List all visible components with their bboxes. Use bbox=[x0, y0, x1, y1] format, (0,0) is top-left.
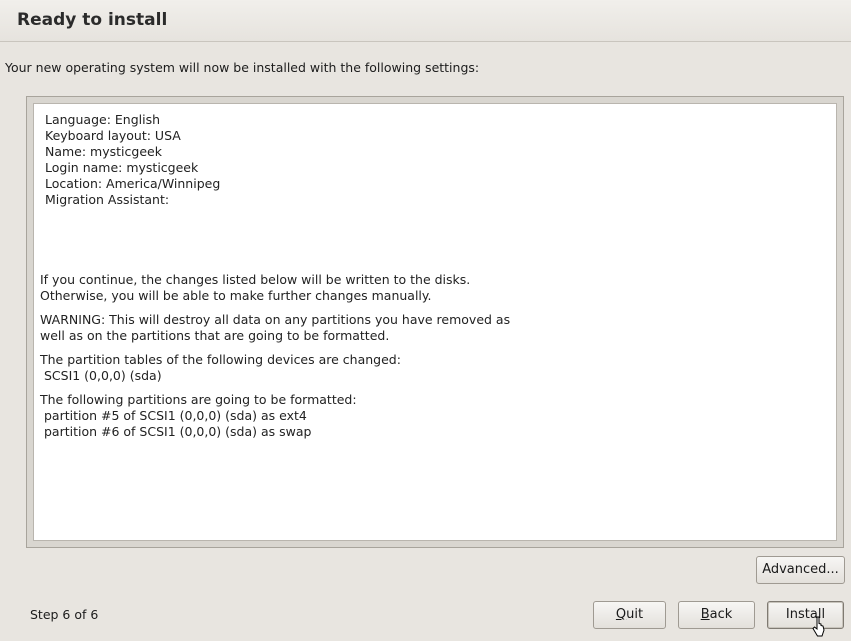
quit-label: uit bbox=[626, 607, 644, 622]
warning-line-1: WARNING: This will destroy all data on a… bbox=[40, 312, 511, 327]
header-bar: Ready to install bbox=[0, 0, 851, 42]
installer-window: Ready to install Your new operating syst… bbox=[0, 0, 851, 641]
back-mnemonic: B bbox=[700, 607, 710, 622]
mouse-pointer-icon bbox=[812, 616, 825, 637]
setting-name: Name: mysticgeek bbox=[45, 144, 162, 159]
notice-line-1: If you continue, the changes listed belo… bbox=[40, 272, 471, 287]
advanced-button[interactable]: Advanced... bbox=[756, 556, 845, 584]
summary-frame: Language: English Keyboard layout: USA N… bbox=[26, 96, 844, 548]
format-item-6: partition #6 of SCSI1 (0,0,0) (sda) as s… bbox=[40, 424, 312, 439]
warning-line-2: well as on the partitions that are going… bbox=[40, 328, 390, 343]
setting-login-name: Login name: mysticgeek bbox=[45, 160, 199, 175]
setting-keyboard: Keyboard layout: USA bbox=[45, 128, 181, 143]
step-indicator: Step 6 of 6 bbox=[30, 607, 99, 622]
back-label: ack bbox=[709, 607, 733, 622]
notice-line-2: Otherwise, you will be able to make furt… bbox=[40, 288, 432, 303]
format-heading: The following partitions are going to be… bbox=[40, 392, 357, 407]
partition-tables-heading: The partition tables of the following de… bbox=[40, 352, 401, 367]
summary-textbox[interactable]: Language: English Keyboard layout: USA N… bbox=[33, 103, 837, 541]
format-item-5: partition #5 of SCSI1 (0,0,0) (sda) as e… bbox=[40, 408, 307, 423]
setting-language: Language: English bbox=[45, 112, 161, 127]
quit-button[interactable]: Quit bbox=[593, 601, 666, 629]
setting-location: Location: America/Winnipeg bbox=[45, 176, 221, 191]
setting-migration: Migration Assistant: bbox=[45, 192, 170, 207]
quit-mnemonic: Q bbox=[615, 607, 627, 622]
install-button[interactable]: Install bbox=[767, 601, 844, 629]
partition-tables-item: SCSI1 (0,0,0) (sda) bbox=[40, 368, 162, 383]
page-title: Ready to install bbox=[17, 10, 168, 30]
page-subtitle: Your new operating system will now be in… bbox=[5, 60, 480, 75]
back-button[interactable]: Back bbox=[678, 601, 755, 629]
